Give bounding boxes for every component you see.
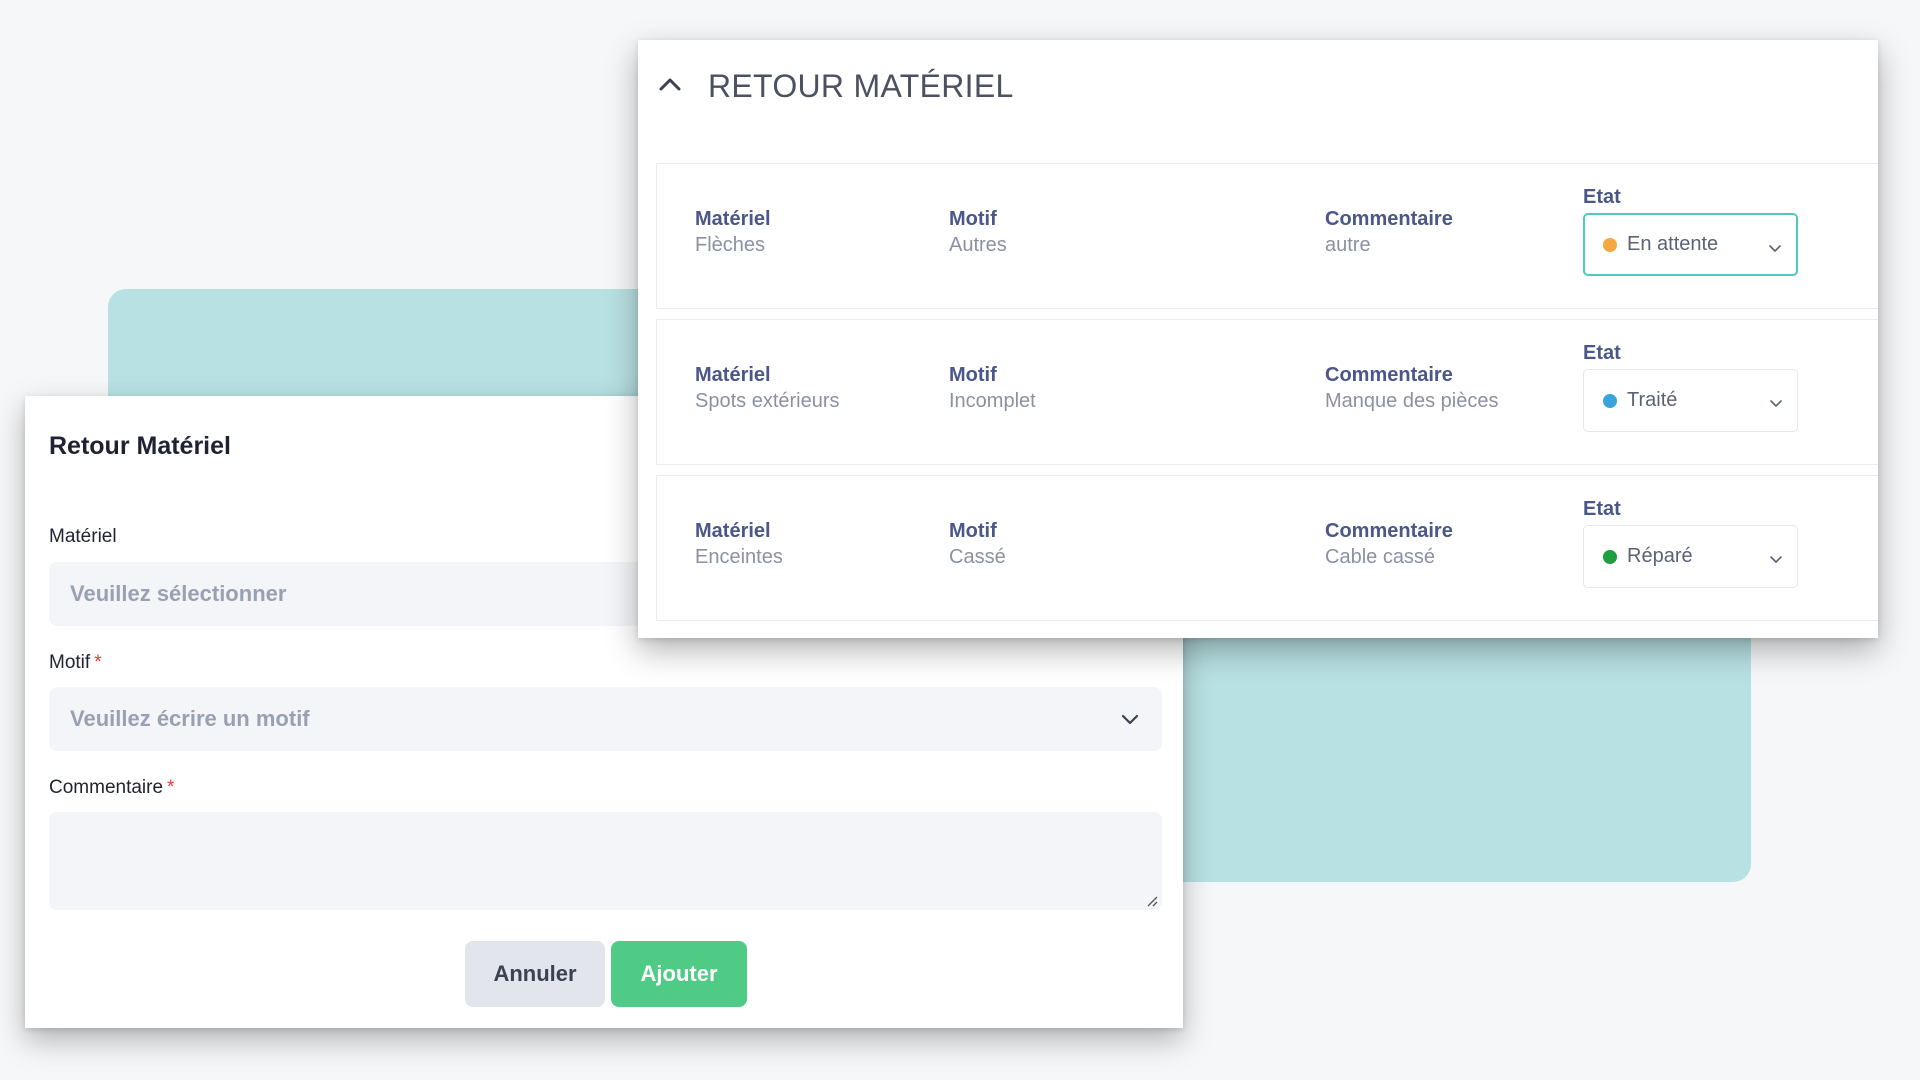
required-asterisk: * — [94, 652, 102, 673]
motif-value: Autres — [949, 234, 1007, 256]
list-item: Matériel Flèches Motif Autres Commentair… — [656, 163, 1878, 309]
commentaire-cell: Commentaire Cable cassé — [1325, 518, 1453, 570]
etat-select[interactable]: Traité — [1583, 369, 1798, 432]
materiel-placeholder: Veuillez sélectionner — [70, 581, 287, 606]
chevron-down-icon — [1121, 714, 1139, 725]
add-button[interactable]: Ajouter — [611, 941, 747, 1007]
commentaire-value: autre — [1325, 234, 1371, 256]
motif-heading: Motif — [949, 364, 997, 386]
panel-header[interactable]: RETOUR MATÉRIEL — [638, 40, 1878, 130]
etat-value: Traité — [1627, 389, 1678, 411]
chevron-down-icon — [1770, 556, 1782, 563]
motif-cell: Motif Autres — [949, 206, 1007, 258]
commentaire-cell: Commentaire Manque des pièces — [1325, 362, 1498, 414]
motif-heading: Motif — [949, 520, 997, 542]
commentaire-label-text: Commentaire — [49, 777, 164, 798]
cancel-button[interactable]: Annuler — [465, 941, 605, 1007]
etat-heading: Etat — [1583, 186, 1621, 208]
etat-value: En attente — [1627, 233, 1719, 255]
commentaire-cell: Commentaire autre — [1325, 206, 1453, 258]
status-dot-icon — [1603, 549, 1617, 564]
stage: Retour Matériel Matériel Veuillez sélect… — [0, 0, 1920, 1080]
chevron-down-icon — [1770, 400, 1782, 407]
commentaire-textarea[interactable] — [49, 812, 1162, 910]
status-dot-icon — [1603, 237, 1617, 252]
form-title: Retour Matériel — [49, 432, 231, 460]
materiel-heading: Matériel — [695, 520, 771, 542]
motif-select[interactable]: Veuillez écrire un motif — [49, 687, 1162, 751]
etat-value: Réparé — [1627, 545, 1693, 567]
chevron-down-icon — [1769, 245, 1781, 252]
materiel-cell: Matériel Enceintes — [695, 518, 783, 570]
materiel-value: Flèches — [695, 234, 766, 256]
etat-heading: Etat — [1583, 342, 1621, 364]
motif-cell: Motif Incomplet — [949, 362, 1036, 414]
required-asterisk: * — [167, 777, 175, 798]
motif-value: Cassé — [949, 546, 1006, 568]
motif-label: Motif * — [49, 652, 102, 674]
chevron-up-icon[interactable] — [656, 73, 684, 95]
list-item: Matériel Spots extérieurs Motif Incomple… — [656, 319, 1878, 465]
commentaire-heading: Commentaire — [1325, 520, 1453, 542]
materiel-heading: Matériel — [695, 208, 771, 230]
commentaire-value: Cable cassé — [1325, 546, 1436, 568]
panel-title: RETOUR MATÉRIEL — [708, 68, 1014, 104]
materiel-heading: Matériel — [695, 364, 771, 386]
commentaire-label: Commentaire * — [49, 777, 174, 799]
resize-grip-icon[interactable] — [1146, 895, 1158, 907]
motif-cell: Motif Cassé — [949, 518, 1006, 570]
commentaire-heading: Commentaire — [1325, 208, 1453, 230]
motif-value: Incomplet — [949, 390, 1036, 412]
materiel-cell: Matériel Spots extérieurs — [695, 362, 840, 414]
etat-select[interactable]: En attente — [1583, 213, 1798, 276]
retour-materiel-panel: RETOUR MATÉRIEL Matériel Flèches Motif A… — [638, 40, 1878, 638]
etat-heading: Etat — [1583, 498, 1621, 520]
materiel-label-text: Matériel — [49, 526, 117, 547]
etat-select[interactable]: Réparé — [1583, 525, 1798, 588]
motif-label-text: Motif — [49, 652, 91, 673]
commentaire-value: Manque des pièces — [1325, 390, 1499, 412]
materiel-value: Enceintes — [695, 546, 783, 568]
motif-heading: Motif — [949, 208, 997, 230]
materiel-label: Matériel — [49, 526, 117, 548]
list-item: Matériel Enceintes Motif Cassé Commentai… — [656, 475, 1878, 621]
motif-placeholder: Veuillez écrire un motif — [70, 706, 310, 731]
materiel-value: Spots extérieurs — [695, 390, 840, 412]
status-dot-icon — [1603, 393, 1617, 408]
materiel-cell: Matériel Flèches — [695, 206, 771, 258]
commentaire-heading: Commentaire — [1325, 364, 1453, 386]
